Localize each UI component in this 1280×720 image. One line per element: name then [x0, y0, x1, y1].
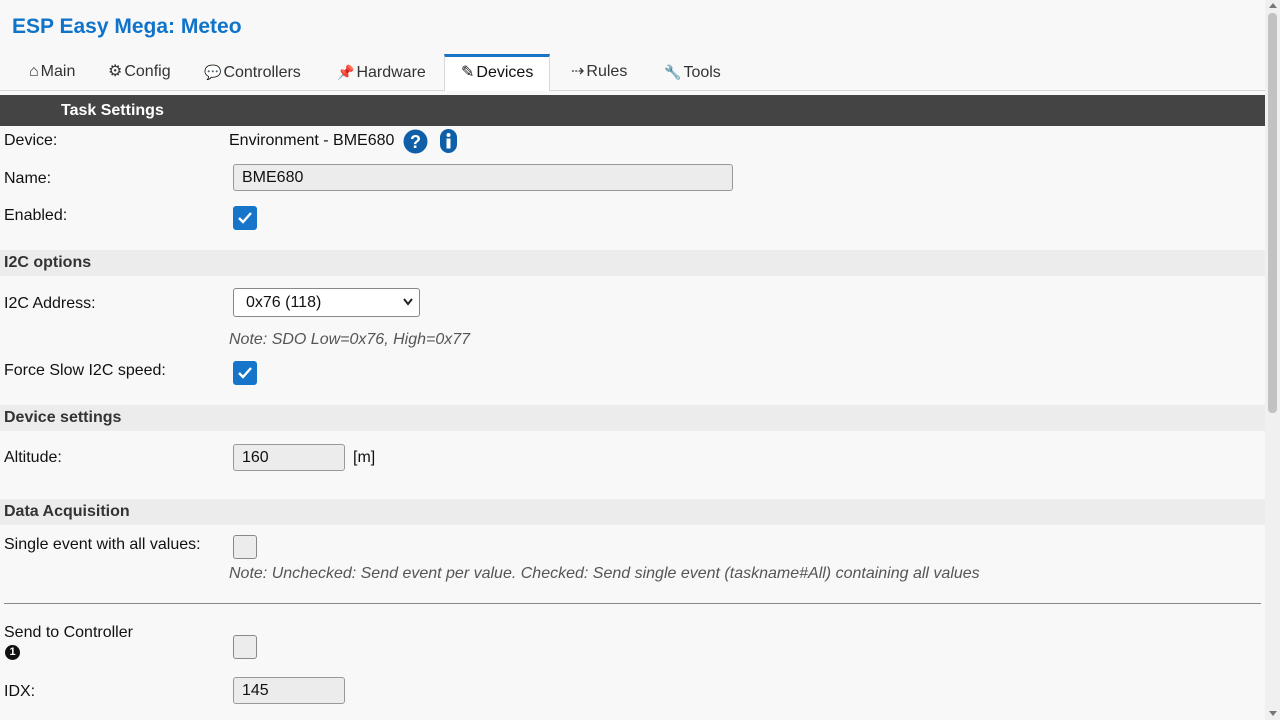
i2c-address-select[interactable]: 0x76 (118) — [233, 288, 420, 317]
pushpin-icon: 📌 — [337, 64, 355, 80]
single-event-note: Note: Unchecked: Send event per value. C… — [229, 565, 980, 582]
i2c-options-section: I2C options — [0, 250, 1265, 276]
force-slow-i2c-label: Force Slow I2C speed: — [4, 362, 166, 379]
task-settings-header: Task Settings — [0, 95, 1265, 126]
send-to-controller-checkbox[interactable] — [233, 635, 257, 659]
checkmark-icon — [238, 367, 252, 379]
i2c-address-label: I2C Address: — [4, 295, 96, 312]
idx-label: IDX: — [4, 683, 36, 700]
scroll-up-arrow-icon[interactable] — [1269, 3, 1277, 8]
enabled-label: Enabled: — [4, 207, 68, 224]
tab-tools[interactable]: 🔧 Tools — [664, 54, 721, 89]
idx-input[interactable] — [233, 677, 345, 704]
altitude-input[interactable] — [233, 444, 345, 471]
data-acquisition-section: Data Acquisition — [0, 499, 1265, 525]
send-to-controller-label: Send to Controller — [4, 624, 133, 641]
divider — [4, 603, 1261, 604]
device-value: Environment - BME680 — [229, 132, 395, 149]
controller-number-badge: 1 — [5, 645, 20, 660]
info-circle-icon[interactable] — [440, 129, 457, 153]
pencil-icon: ✎ — [461, 64, 475, 81]
single-event-label: Single event with all values: — [4, 536, 201, 553]
app-title: ESP Easy Mega: Meteo — [12, 15, 242, 38]
question-circle-icon[interactable]: ? — [403, 129, 428, 154]
altitude-unit: [m] — [353, 449, 376, 466]
main-content: ESP Easy Mega: Meteo ⌂ Main ⚙ Config 💬 Cont… — [0, 0, 1265, 720]
tab-config[interactable]: ⚙ Config — [108, 54, 171, 89]
tab-rules[interactable]: ⇢ Rules — [571, 54, 627, 89]
tab-devices[interactable]: ✎ Devices — [444, 54, 551, 91]
scrollbar-thumb[interactable] — [1268, 13, 1277, 413]
enabled-checkbox[interactable] — [233, 206, 257, 230]
wrench-icon: 🔧 — [664, 64, 682, 80]
altitude-label: Altitude: — [4, 449, 62, 466]
tab-hardware[interactable]: 📌 Hardware — [337, 54, 426, 89]
home-icon: ⌂ — [29, 63, 39, 80]
device-label: Device: — [4, 132, 58, 149]
chevron-down-icon — [403, 298, 413, 306]
tab-main[interactable]: ⌂ Main — [29, 54, 75, 89]
name-input[interactable] — [233, 164, 733, 191]
vertical-scrollbar[interactable] — [1265, 0, 1280, 720]
force-slow-i2c-checkbox[interactable] — [233, 361, 257, 385]
tab-controllers[interactable]: 💬 Controllers — [204, 54, 301, 89]
single-event-checkbox[interactable] — [233, 535, 257, 559]
checkmark-icon — [238, 212, 252, 224]
gear-icon: ⚙ — [108, 63, 123, 80]
scroll-down-arrow-icon[interactable] — [1269, 711, 1277, 716]
tab-bar: ⌂ Main ⚙ Config 💬 Controllers 📌 Hardware ✎ De… — [0, 54, 1265, 91]
device-settings-section: Device settings — [0, 405, 1265, 431]
arrow-icon: ⇢ — [571, 63, 585, 80]
name-label: Name: — [4, 170, 52, 187]
i2c-note: Note: SDO Low=0x76, High=0x77 — [229, 331, 471, 348]
svg-text:?: ? — [410, 132, 421, 152]
speech-bubble-icon: 💬 — [204, 64, 222, 80]
